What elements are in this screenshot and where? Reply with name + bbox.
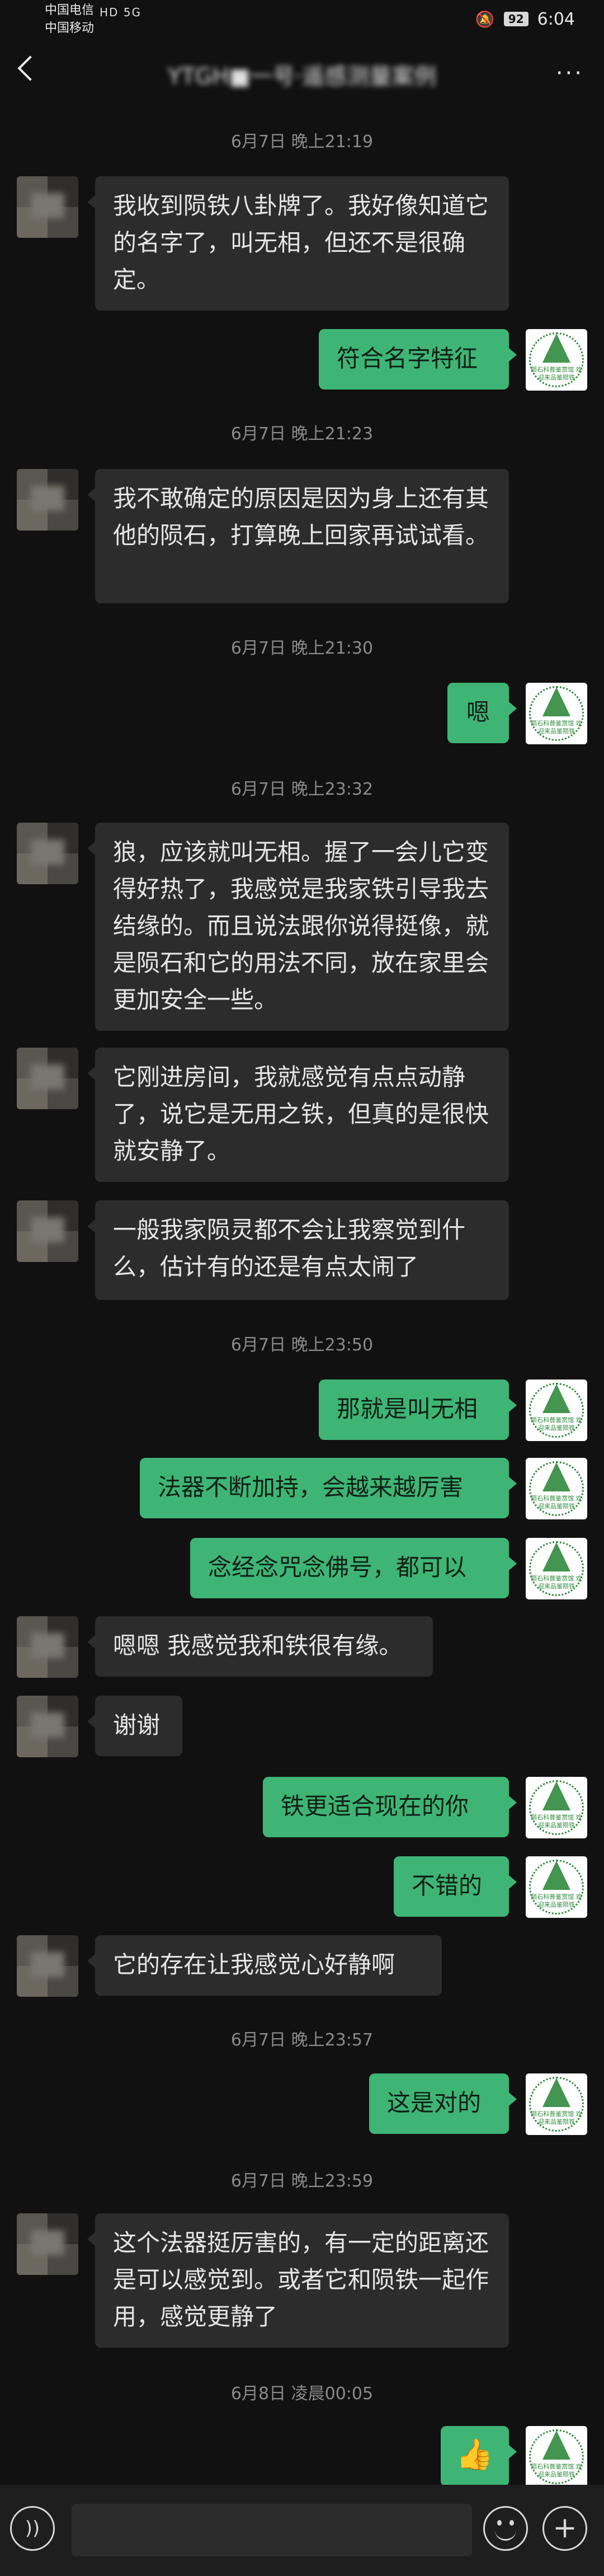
message-bubble-outgoing[interactable]: 铁更适合现在的你 [263, 1777, 517, 1837]
battery-indicator: 92 [503, 12, 528, 26]
contact-avatar[interactable] [17, 2213, 78, 2275]
contact-avatar[interactable] [17, 1048, 78, 1109]
message-bubble-outgoing[interactable]: 法器不断加持，会越来越厉害 [140, 1458, 517, 1518]
message-bubble-outgoing[interactable]: 符合名字特征 [319, 329, 517, 390]
message-bubble-incoming[interactable]: 我不敢确定的原因是因为身上还有其他的陨石，打算晚上回家再试试看。 [87, 469, 509, 603]
message-bubble-outgoing[interactable]: 嗯 [447, 683, 517, 743]
chat-header: YTGH■一号·遥感测量案例 ··· [0, 45, 604, 107]
status-time: 6:04 [537, 9, 575, 29]
message-bubble-outgoing[interactable]: 👍 [441, 2426, 517, 2486]
contact-avatar[interactable] [17, 1616, 78, 1678]
timestamp: 6月7日 晚上23:59 [230, 2171, 374, 2191]
timestamp: 6月7日 晚上21:30 [230, 639, 374, 658]
back-button[interactable] [11, 51, 50, 96]
plus-button[interactable]: + [542, 2506, 587, 2551]
more-options-button[interactable]: ··· [556, 60, 584, 86]
message-bubble-outgoing[interactable]: 那就是叫无相 [319, 1380, 517, 1440]
my-avatar[interactable]: 陨石科普鉴赏馆 欢迎来品鉴陨铁 [526, 1380, 587, 1441]
message-bubble-outgoing[interactable]: 不错的 [394, 1856, 517, 1917]
contact-avatar[interactable] [17, 176, 78, 238]
mute-bell-icon: 🔕 [475, 10, 495, 29]
carrier-1: 中国电信 [45, 3, 95, 17]
message-bubble-incoming[interactable]: 狼，应该就叫无相。握了一会儿它变得好热了，我感觉是我家铁引导我去结缘的。而且说法… [87, 823, 509, 1031]
my-avatar[interactable]: 陨石科普鉴赏馆 欢迎来品鉴陨铁 [526, 329, 587, 391]
my-avatar[interactable]: 陨石科普鉴赏馆 欢迎来品鉴陨铁 [526, 1777, 587, 1838]
timestamp: 6月7日 晚上23:32 [230, 780, 374, 799]
contact-avatar[interactable] [17, 1935, 78, 1997]
my-avatar[interactable]: 陨石科普鉴赏馆 欢迎来品鉴陨铁 [526, 1458, 587, 1519]
network-badges: HD 5G [100, 6, 142, 19]
timestamp: 6月7日 晚上23:57 [230, 2030, 374, 2050]
timestamp: 6月7日 晚上21:19 [230, 132, 374, 152]
my-avatar[interactable]: 陨石科普鉴赏馆 欢迎来品鉴陨铁 [526, 1856, 587, 1918]
timestamp: 6月7日 晚上23:50 [230, 1335, 374, 1355]
contact-avatar[interactable] [17, 1696, 78, 1757]
message-bubble-incoming[interactable]: 我收到陨铁八卦牌了。我好像知道它的名字了，叫无相，但还不是很确定。 [87, 176, 509, 311]
message-bubble-outgoing[interactable]: 念经念咒念佛号，都可以 [190, 1538, 517, 1598]
carrier-2: 中国移动 [45, 21, 95, 35]
message-bubble-incoming[interactable]: 嗯嗯 我感觉我和铁很有缘。 [87, 1616, 433, 1677]
message-bubble-incoming[interactable]: 谢谢 [87, 1696, 182, 1756]
contact-avatar[interactable] [17, 1200, 78, 1262]
message-bubble-incoming[interactable]: 这个法器挺厉害的，有一定的距离还是可以感觉到。或者它和陨铁一起作用，感觉更静了 [87, 2213, 509, 2348]
emoji-button[interactable] [483, 2506, 528, 2551]
timestamp: 6月8日 凌晨00:05 [230, 2384, 374, 2404]
input-bar: )) + [0, 2485, 604, 2576]
message-bubble-incoming[interactable]: 它的存在让我感觉心好静啊 [87, 1935, 442, 1996]
contact-avatar[interactable] [17, 469, 78, 531]
my-avatar[interactable]: 陨石科普鉴赏馆 欢迎来品鉴陨铁 [526, 683, 587, 744]
my-avatar[interactable]: 陨石科普鉴赏馆 欢迎来品鉴陨铁 [526, 2073, 587, 2135]
voice-button[interactable]: )) [10, 2506, 55, 2551]
message-bubble-incoming[interactable]: 一般我家陨灵都不会让我察觉到什么，估计有的还是有点太闹了 [87, 1200, 509, 1300]
chat-title: YTGH■一号·遥感测量案例 [167, 64, 437, 90]
message-bubble-outgoing[interactable]: 这是对的 [369, 2073, 517, 2134]
message-input[interactable] [72, 2504, 472, 2556]
my-avatar[interactable]: 陨石科普鉴赏馆 欢迎来品鉴陨铁 [526, 1538, 587, 1599]
voice-icon: )) [25, 2517, 40, 2540]
chevron-left-icon [17, 55, 43, 81]
my-avatar[interactable]: 陨石科普鉴赏馆 欢迎来品鉴陨铁 [526, 2426, 587, 2488]
status-bar: 中国电信 HD 5G 中国移动 🔕 92 6:04 [0, 0, 604, 45]
contact-avatar[interactable] [17, 823, 78, 884]
message-bubble-incoming[interactable]: 它刚进房间，我就感觉有点点动静了，说它是无用之铁，但真的是很快就安静了。 [87, 1048, 509, 1182]
timestamp: 6月7日 晚上21:23 [230, 424, 374, 444]
